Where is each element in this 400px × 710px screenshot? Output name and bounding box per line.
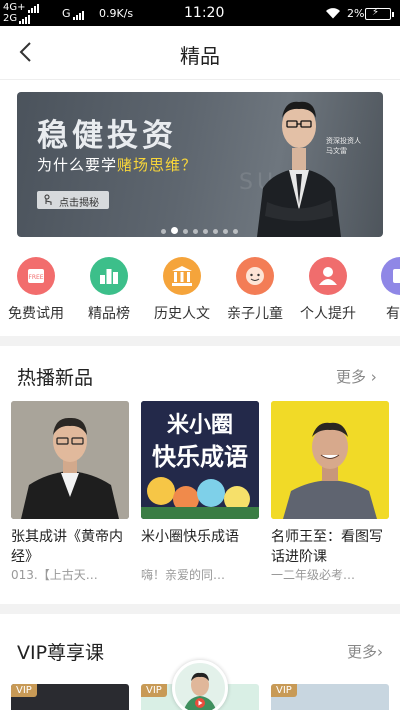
status-bar: 4G+ 2G G 0.9K/s 11:20 2% ⚡ [0,0,400,26]
carousel-dot [193,229,198,234]
clock: 11:20 [184,5,225,21]
product-card[interactable]: 张其成讲《黄帝内经》 013.【上古天… [11,401,129,583]
carousel-dot [213,229,218,234]
free-tag-icon: FREE [17,257,55,295]
carousel-dot [223,229,228,234]
vip-more-link[interactable]: 更多› [347,641,383,662]
carousel-dot [183,229,188,234]
product-name: 张其成讲《黄帝内经》 [11,529,123,565]
carousel-dot [203,229,208,234]
category-audio[interactable]: 有声 [365,252,400,323]
vip-course-card[interactable]: VIP [271,684,389,710]
network-indicator-2: G [62,7,85,20]
product-name: 米小圈快乐成语 [141,529,239,545]
tap-hand-icon [44,194,52,205]
banner-subtitle: 为什么要学赌场思维？ [37,156,198,174]
history-icon [163,257,201,295]
category-free-trial[interactable]: FREE 免费试用 [1,252,71,323]
hot-section-title: 热播新品 [17,367,94,389]
vip-badge: VIP [271,684,297,697]
product-card[interactable]: 名师王至：看图写话进阶课 一二年级必考… [271,401,389,583]
chevron-right-icon: › [366,368,377,386]
audio-icon [381,257,400,295]
promo-banner[interactable]: SU L 稳健投资 为什么要学赌场思维？ 点击揭秘 资深投资人 马文雷 [17,92,383,237]
chevron-right-icon: › [377,643,384,661]
battery-percent: 2% [347,7,365,20]
vip-section-title: VIP尊享课 [17,642,105,664]
page-title: 精品 [180,44,220,68]
section-divider [0,604,400,614]
wifi-icon [326,8,340,19]
presenter-caption: 资深投资人 马文雷 [326,137,361,155]
category-kids[interactable]: 亲子儿童 [220,252,290,323]
carousel-dot [161,229,166,234]
presenter-photo [257,101,341,237]
product-cover: 米小圈 快乐成语 [141,401,259,519]
svg-text:FREE: FREE [28,274,43,281]
product-desc: 一二年级必考… [271,568,356,582]
nav-bar: 精品 [0,26,400,80]
ranking-icon [90,257,128,295]
vip-badge: VIP [11,684,37,697]
carousel-dot [233,229,238,234]
cover-subtitle: 快乐成语 [152,443,248,471]
vip-course-card[interactable]: VIP [11,684,129,710]
hot-more-link[interactable]: 更多 › [336,366,377,387]
battery-icon: ⚡ [365,7,394,20]
child-icon [236,257,274,295]
product-desc: 嗨！亲爱的同… [141,568,226,582]
category-history[interactable]: 历史人文 [147,252,217,323]
cover-title: 米小圈 [166,413,233,438]
banner-cta-button[interactable]: 点击揭秘 [37,191,109,209]
floating-player-avatar[interactable] [172,660,228,710]
network-indicator: 4G+ 2G [3,2,40,24]
category-row: FREE 免费试用 精品榜 历史人文 亲子儿童 个人提升 有声 [0,252,400,328]
category-ranking[interactable]: 精品榜 [74,252,144,323]
carousel-indicator [161,219,243,234]
network-speed: 0.9K/s [99,7,134,20]
product-cover [11,401,129,519]
product-card[interactable]: 米小圈 快乐成语 米小圈快乐成语 嗨！亲爱的同… [141,401,259,583]
section-divider [0,336,400,346]
product-name: 名师王至：看图写话进阶课 [271,529,383,565]
carousel-dot [171,227,178,234]
person-icon [309,257,347,295]
product-cover [271,401,389,519]
banner-headline: 稳健投资 [37,118,177,154]
vip-badge: VIP [141,684,167,697]
product-desc: 013.【上古天… [11,568,98,582]
category-self-improvement[interactable]: 个人提升 [293,252,363,323]
